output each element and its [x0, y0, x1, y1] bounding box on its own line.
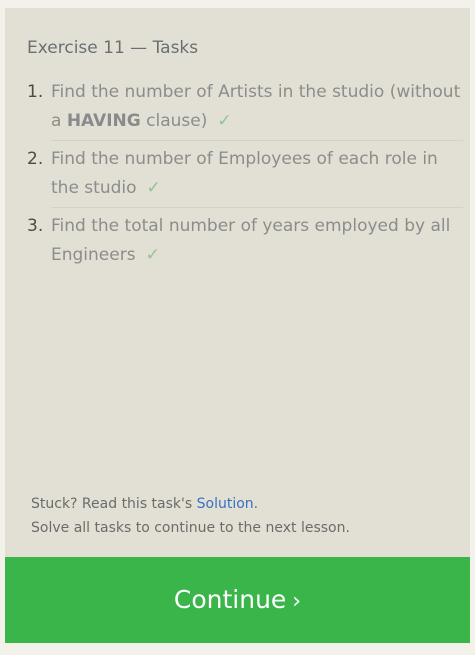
- task-divider: [51, 140, 463, 141]
- tasks-panel: Exercise 11 — Tasks 1. Find the number o…: [5, 8, 470, 557]
- task-text-part: clause): [140, 111, 208, 131]
- task-item-2: 2. Find the number of Employees of each …: [27, 145, 463, 203]
- task-list: 1. Find the number of Artists in the stu…: [27, 78, 463, 270]
- task-item-1: 1. Find the number of Artists in the stu…: [27, 78, 463, 136]
- continue-label: Continue: [173, 585, 287, 614]
- task-text: Find the number of Artists in the studio…: [51, 82, 460, 131]
- task-item-3: 3. Find the total number of years employ…: [27, 212, 463, 270]
- check-icon: ✓: [217, 111, 232, 131]
- task-number: 3.: [27, 216, 44, 236]
- continue-button[interactable]: Continue ›: [5, 557, 470, 643]
- task-number: 1.: [27, 82, 44, 102]
- panel-title: Exercise 11 — Tasks: [27, 38, 199, 58]
- stuck-suffix: .: [253, 496, 259, 512]
- task-keyword: HAVING: [66, 111, 141, 131]
- task-text: Find the number of Employees of each rol…: [51, 149, 438, 198]
- stuck-line: Stuck? Read this task's Solution.: [31, 492, 350, 516]
- check-icon: ✓: [146, 178, 161, 198]
- stuck-prefix: Stuck? Read this task's: [31, 496, 197, 512]
- instruction-line: Solve all tasks to continue to the next …: [31, 520, 350, 536]
- task-text: Find the total number of years employed …: [51, 216, 451, 265]
- footer-text: Stuck? Read this task's Solution. Solve …: [31, 492, 350, 540]
- task-divider: [51, 207, 463, 208]
- chevron-right-icon: ›: [292, 589, 302, 614]
- check-icon: ✓: [145, 245, 160, 265]
- task-number: 2.: [27, 149, 44, 169]
- solution-link[interactable]: Solution: [197, 496, 254, 512]
- page: Exercise 11 — Tasks 1. Find the number o…: [0, 0, 475, 655]
